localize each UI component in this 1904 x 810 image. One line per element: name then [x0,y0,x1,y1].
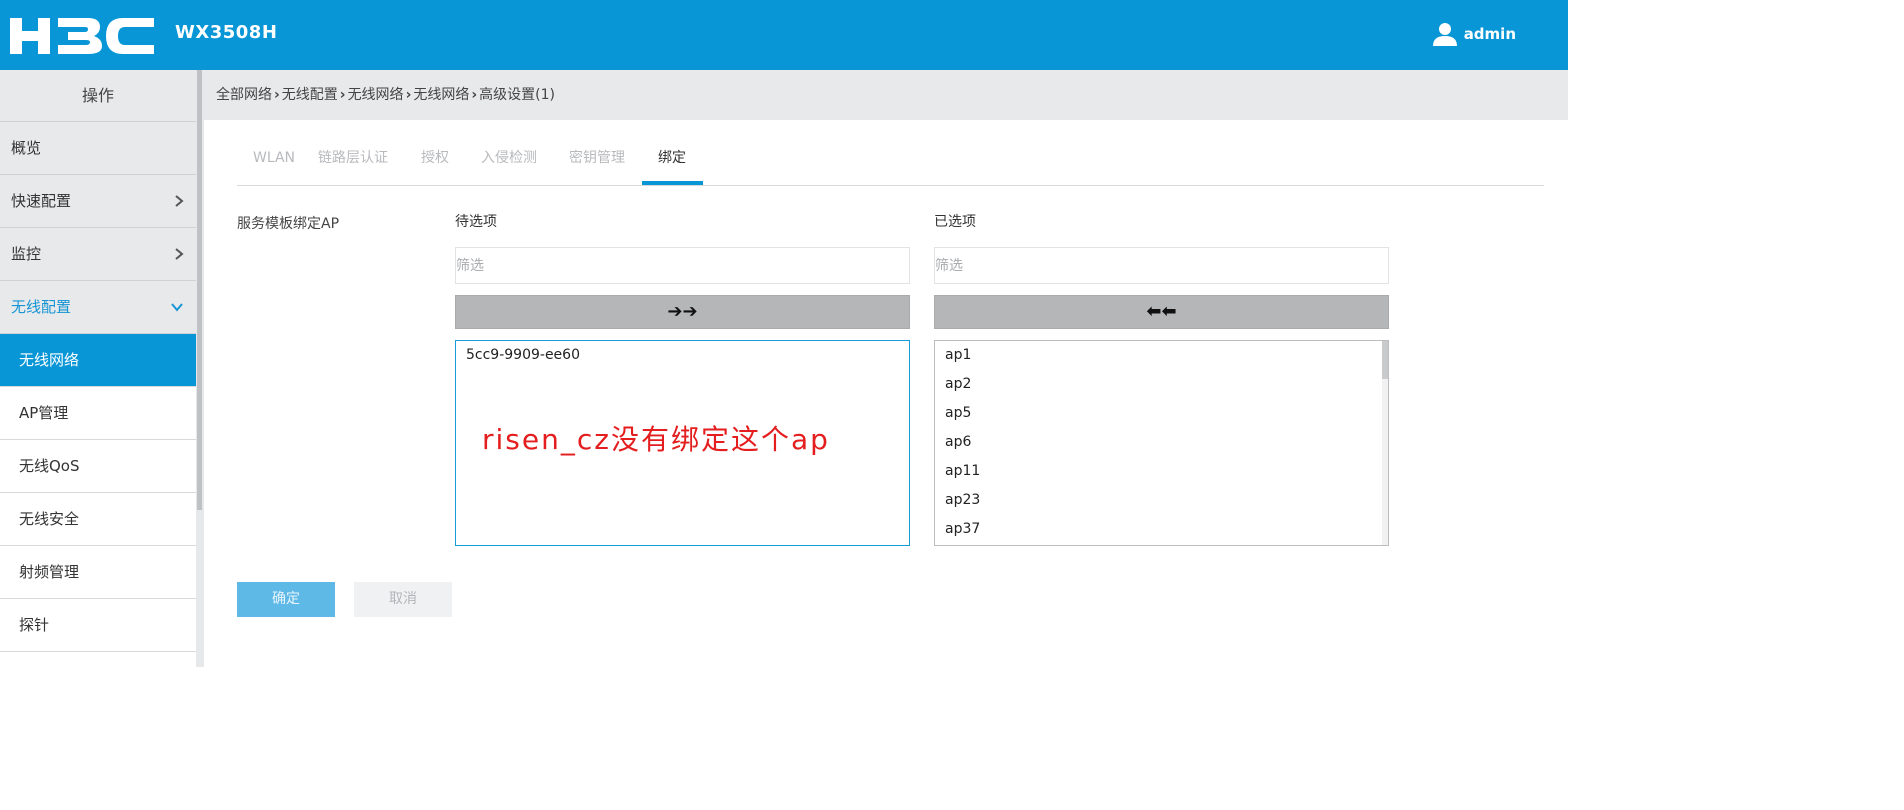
move-all-right-button[interactable]: ➔➔ [455,295,910,329]
cancel-button[interactable]: 取消 [354,582,452,617]
double-arrow-left-icon: ⬅⬅ [1146,301,1177,322]
breadcrumb-item[interactable]: 无线配置 [282,87,338,103]
list-item[interactable]: ap11 [935,457,1388,486]
tab-link-auth[interactable]: 链路层认证 [318,140,388,184]
selected-list[interactable]: ap1 ap2 ap5 ap6 ap11 ap23 ap37 [934,340,1389,546]
selected-title: 已选项 [934,214,976,230]
sidebar-item-label: 监控 [11,245,42,263]
list-item[interactable]: ap37 [935,515,1388,544]
sidebar-item-label: 无线配置 [11,298,72,316]
user-menu[interactable]: admin [1432,22,1516,46]
tab-wlan[interactable]: WLAN [253,140,295,184]
list-item[interactable]: ap23 [935,486,1388,515]
list-item[interactable]: ap1 [935,341,1388,370]
list-item[interactable]: 5cc9-9909-ee60 [456,341,909,370]
available-title: 待选项 [455,214,497,230]
sidebar-title: 操作 [0,70,196,122]
breadcrumb-item[interactable]: 无线网络 [413,87,469,103]
sidebar-subitem-radio-management[interactable]: 射频管理 [0,546,196,599]
user-icon [1432,23,1457,46]
move-all-left-button[interactable]: ⬅⬅ [934,295,1389,329]
available-filter-input[interactable] [455,247,910,284]
chevron-right-icon: › [471,87,478,103]
sidebar-subitem-probe[interactable]: 探针 [0,599,196,652]
sidebar-subitem-wireless-security[interactable]: 无线安全 [0,493,196,546]
chevron-right-icon: › [274,87,280,103]
list-item[interactable]: ap6 [935,428,1388,457]
list-item[interactable]: ap5 [935,399,1388,428]
chevron-right-icon: › [405,87,412,103]
field-label: 服务模板绑定AP [237,216,340,232]
tab-authorization[interactable]: 授权 [421,140,449,184]
sidebar-item-label: 快速配置 [11,192,72,210]
tab-key-management[interactable]: 密钥管理 [569,140,625,184]
sidebar-subitem-ap-management[interactable]: AP管理 [0,387,196,440]
chevron-down-icon [170,281,184,333]
breadcrumb: 全部网络 › 无线配置 › 无线网络 › 无线网络 › 高级设置(1) [204,70,1568,120]
chevron-right-icon [174,228,184,280]
breadcrumb-item[interactable]: 无线网络 [348,87,404,103]
sidebar: 操作 概览 快速配置 监控 无线配置 无线网络 AP管理 无线QoS 无线安全 … [0,70,196,667]
sidebar-item-label: 概览 [11,139,42,157]
double-arrow-right-icon: ➔➔ [667,301,698,322]
tab-intrusion-detection[interactable]: 入侵检测 [481,140,537,184]
sidebar-item-monitor[interactable]: 监控 [0,228,196,281]
breadcrumb-current: 高级设置(1) [479,87,555,103]
selected-filter-input[interactable] [934,247,1389,284]
username: admin [1463,25,1516,43]
tab-binding[interactable]: 绑定 [658,140,686,184]
chevron-right-icon: › [339,87,346,103]
sidebar-subitem-wireless-qos[interactable]: 无线QoS [0,440,196,493]
h3c-logo [10,18,154,54]
breadcrumb-item[interactable]: 全部网络 [216,87,272,103]
device-model: WX3508H [175,22,278,43]
confirm-button[interactable]: 确定 [237,582,335,617]
sidebar-item-wireless-config[interactable]: 无线配置 [0,281,196,334]
active-tab-indicator [642,181,703,185]
top-bar: WX3508H admin [0,0,1568,70]
tab-bar: WLAN 链路层认证 授权 入侵检测 密钥管理 绑定 [237,140,1544,186]
list-item[interactable]: ap2 [935,370,1388,399]
annotation-text: risen_cz没有绑定这个ap [482,423,830,456]
sidebar-scrollbar-thumb[interactable] [197,70,202,510]
sidebar-item-overview[interactable]: 概览 [0,122,196,175]
chevron-right-icon [174,175,184,227]
sidebar-item-quick-config[interactable]: 快速配置 [0,175,196,228]
sidebar-subitem-wireless-network[interactable]: 无线网络 [0,334,196,387]
selected-list-scrollbar-thumb[interactable] [1382,341,1388,379]
